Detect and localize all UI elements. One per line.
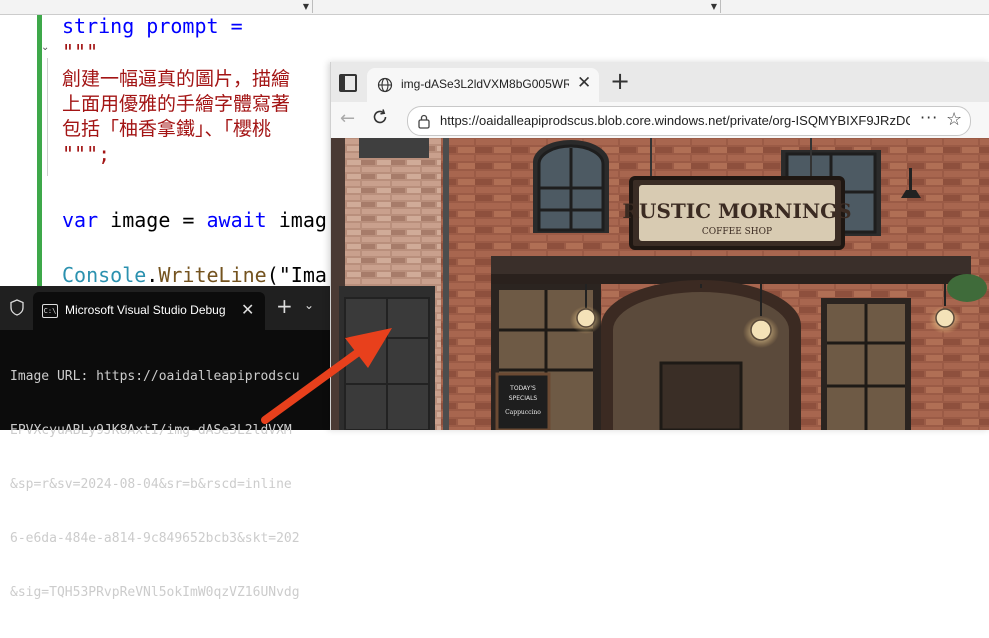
code-text: """ [62, 40, 99, 64]
chevron-down-icon[interactable]: ⌄ [304, 298, 314, 312]
code-text: string prompt = [62, 14, 243, 38]
code-text: 上面用優雅的手繪字體寫著 [62, 93, 291, 115]
address-bar[interactable]: https://oaidalleapiprodscus.blob.core.wi… [407, 106, 971, 136]
terminal-line: Image URL: https://oaidalleapiprodscu [10, 369, 300, 384]
close-icon[interactable]: ✕ [241, 300, 254, 319]
code-line-4[interactable]: 上面用優雅的手繪字體寫著 [62, 91, 290, 116]
type-name: Console [62, 263, 147, 287]
browser-tab-strip: img-dASe3L2ldVXM8bG005WRk ✕ + [331, 62, 989, 102]
browser-tab[interactable]: img-dASe3L2ldVXM8bG005WRk ✕ [367, 68, 599, 102]
code-line-6[interactable]: """; [62, 142, 110, 166]
sign-title: RUSTIC MORNINGS [622, 199, 851, 223]
url-text[interactable]: https://oaidalleapiprodscus.blob.core.wi… [440, 113, 910, 128]
board-line-2: SPECIALS [509, 395, 538, 402]
editor-navigation-bar: ▼ ▼ [0, 0, 989, 15]
code-line-2[interactable]: """ [62, 40, 98, 64]
generated-image: RUSTIC MORNINGS COFFEE SHOP TODAY'S SPEC… [331, 138, 989, 430]
code-text: image = [98, 208, 207, 232]
terminal-line: &sig=TQH53PRvpReVNl5okImW0qzVZ16UNvdg [10, 585, 300, 600]
terminal-line: EPVXcyuABLy9JK8AxtI/img-dASe3L2ldVXM [10, 423, 292, 438]
code-text: imag [266, 208, 327, 232]
sign-subtitle: COFFEE SHOP [702, 227, 772, 237]
terminal-tab-title: Microsoft Visual Studio Debug [65, 303, 226, 317]
board-line-3: Cappuccino [505, 409, 541, 416]
terminal-tab-bar: C:\ Microsoft Visual Studio Debug ✕ + ⌄ [0, 286, 330, 330]
code-line-1[interactable]: string prompt = [62, 14, 243, 38]
terminal-line: &sp=r&sv=2024-08-04&sr=b&rscd=inline [10, 477, 292, 492]
coffee-shop-illustration: RUSTIC MORNINGS COFFEE SHOP TODAY'S SPEC… [331, 138, 989, 430]
more-icon[interactable]: ··· [920, 108, 938, 127]
console-icon: C:\ [42, 304, 58, 318]
star-icon[interactable]: ☆ [946, 109, 962, 130]
terminal-window[interactable]: C:\ Microsoft Visual Studio Debug ✕ + ⌄ … [0, 286, 330, 600]
code-line-8[interactable]: Console.WriteLine("Ima [62, 263, 327, 287]
terminal-output[interactable]: Image URL: https://oaidalleapiprodscu EP… [10, 332, 300, 638]
terminal-tab[interactable]: C:\ Microsoft Visual Studio Debug ✕ [33, 292, 265, 330]
change-indicator-bar [37, 15, 42, 300]
lock-icon[interactable] [417, 113, 431, 129]
method-name: WriteLine [158, 263, 267, 287]
chevron-down-icon: ▼ [710, 2, 717, 11]
code-line-3[interactable]: 創建一幅逼真的圖片，描繪 [62, 66, 290, 91]
reload-icon[interactable] [371, 108, 389, 126]
browser-toolbar: ← https://oaidalleapiprodscus.blob.core.… [331, 102, 989, 138]
terminal-line: 6-e6da-484e-a814-9c849652bcb3&skt=202 [10, 531, 300, 546]
collapse-chevron-icon[interactable]: ⌄ [41, 42, 49, 53]
chevron-down-icon: ▼ [302, 2, 309, 11]
keyword: await [206, 208, 267, 232]
code-text: . [146, 263, 159, 287]
member-dropdown[interactable]: ▼ [313, 0, 721, 13]
close-icon[interactable]: ✕ [577, 73, 591, 93]
code-line-5[interactable]: 包括「柚香拿鐵」、「櫻桃 [62, 116, 271, 141]
tab-actions-icon[interactable] [339, 74, 357, 92]
scope-dropdown[interactable]: ▼ [0, 0, 313, 13]
new-tab-button[interactable]: + [610, 69, 630, 93]
shield-icon[interactable] [10, 299, 24, 316]
back-arrow-icon[interactable]: ← [340, 108, 355, 129]
new-tab-button[interactable]: + [276, 296, 293, 316]
code-text: 創建一幅逼真的圖片，描繪 [62, 68, 291, 90]
code-text: """; [62, 142, 111, 166]
keyword: var [62, 208, 99, 232]
browser-window[interactable]: img-dASe3L2ldVXM8bG005WRk ✕ + ← https://… [330, 62, 989, 430]
code-text: 包括「柚香拿鐵」、「櫻桃 [62, 118, 272, 140]
globe-icon [377, 77, 393, 93]
code-line-7[interactable]: var image = await imag [62, 208, 327, 232]
code-text: ("Ima [266, 263, 327, 287]
browser-tab-title: img-dASe3L2ldVXM8bG005WRk [401, 77, 569, 91]
outline-guide-line [47, 58, 48, 176]
board-line-1: TODAY'S [509, 385, 536, 392]
